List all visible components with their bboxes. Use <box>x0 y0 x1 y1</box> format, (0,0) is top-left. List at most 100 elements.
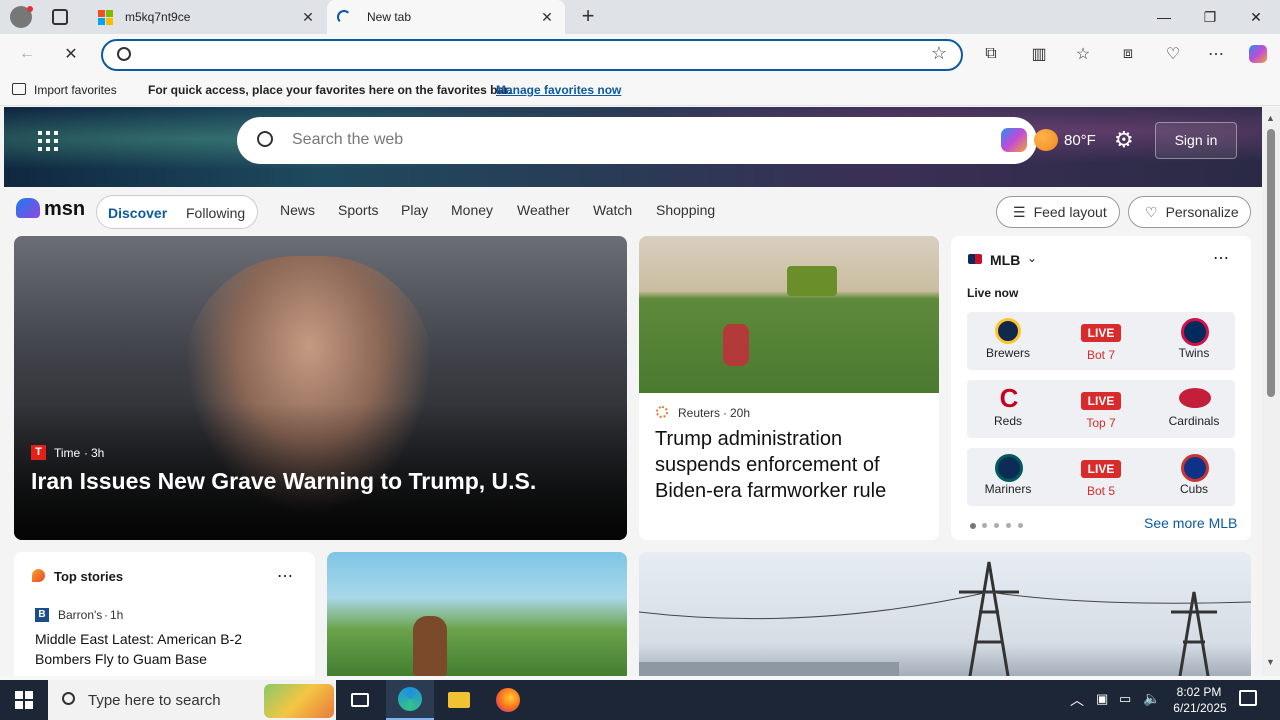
split-screen-icon[interactable]: ▥ <box>1024 40 1054 68</box>
favorites-icon[interactable]: ☆ <box>1068 40 1098 68</box>
search-icon <box>257 131 273 147</box>
notifications-icon[interactable] <box>1239 690 1257 706</box>
web-search-input[interactable]: Search the web <box>292 131 403 149</box>
power-lines-story-card[interactable] <box>639 552 1251 676</box>
carousel-dot[interactable] <box>982 523 987 528</box>
new-tab-icon[interactable]: + <box>576 5 600 28</box>
edge-taskbar-icon[interactable] <box>386 680 434 720</box>
carousel-dot[interactable] <box>994 523 999 528</box>
hero-story-card[interactable]: T Time · 3h Iran Issues New Grave Warnin… <box>14 236 627 540</box>
away-team: Cardinals <box>1168 414 1220 428</box>
inning: Bot 7 <box>1086 348 1116 362</box>
tab-discover[interactable]: Discover <box>108 205 167 221</box>
away-team: Twins <box>1178 346 1210 360</box>
side-story-card[interactable]: Reuters · 20h Trump administration suspe… <box>639 236 939 540</box>
away-team: Cubs <box>1179 482 1208 496</box>
nav-money[interactable]: Money <box>451 202 493 218</box>
tab-following[interactable]: Following <box>186 205 245 221</box>
windows-taskbar: Type here to search ︿ ▣ ▭ 🔈 8:02 PM 6/21… <box>0 680 1280 720</box>
feed-layout-button[interactable]: ☰ Feed layout <box>996 196 1120 228</box>
collections-icon[interactable]: ⧈ <box>1113 40 1143 68</box>
scrollbar-thumb[interactable] <box>1267 129 1275 397</box>
brewers-logo-icon <box>995 318 1021 344</box>
tab-m5kq7nt9ce[interactable]: m5kq7nt9ce ✕ <box>88 0 326 34</box>
search-icon <box>62 692 75 705</box>
tab-new-tab[interactable]: New tab ✕ <box>327 0 565 34</box>
manage-favorites-link[interactable]: Manage favorites now <box>496 83 621 97</box>
story-headline[interactable]: Middle East Latest: American B-2 Bombers… <box>35 629 285 669</box>
start-button[interactable] <box>0 680 48 720</box>
web-search-box[interactable]: Search the web <box>237 117 1037 164</box>
clock-date[interactable]: 6/21/2025 <box>1170 701 1230 715</box>
chevron-down-icon[interactable]: ⌄ <box>1027 251 1037 265</box>
firefox-icon[interactable] <box>484 680 532 720</box>
home-team: Reds <box>993 414 1022 428</box>
close-tab-icon[interactable]: ✕ <box>539 9 555 25</box>
apps-launcher-icon[interactable] <box>38 131 58 151</box>
favorite-star-icon[interactable]: ☆ <box>931 43 947 64</box>
game-row[interactable]: Mariners LIVE Bot 5 Cubs <box>967 448 1235 506</box>
nav-news[interactable]: News <box>280 202 315 218</box>
carousel-dot[interactable] <box>1018 523 1023 528</box>
nav-shopping[interactable]: Shopping <box>656 202 715 218</box>
nav-weather[interactable]: Weather <box>517 202 570 218</box>
nav-sports[interactable]: Sports <box>338 202 378 218</box>
weather-icon[interactable] <box>1034 129 1058 151</box>
temperature[interactable]: 80°F <box>1064 132 1096 149</box>
scroll-up-icon[interactable]: ▲ <box>1266 113 1275 123</box>
sign-in-label: Sign in <box>1174 132 1218 148</box>
nav-play[interactable]: Play <box>401 202 428 218</box>
stop-loading-icon[interactable]: ✕ <box>56 40 86 68</box>
extensions-icon[interactable]: ⧉ <box>976 40 1006 68</box>
game-row[interactable]: C Reds LIVE Top 7 Cardinals <box>967 380 1235 438</box>
side-story-headline[interactable]: Trump administration suspends enforcemen… <box>655 426 925 504</box>
network-icon[interactable]: ▭ <box>1119 691 1131 707</box>
scroll-down-icon[interactable]: ▼ <box>1266 657 1275 667</box>
game-promo-card[interactable] <box>327 552 627 676</box>
close-tab-icon[interactable]: ✕ <box>300 9 316 25</box>
hero-story-age: 3h <box>91 446 105 460</box>
page-scrollbar[interactable]: ▲ ▼ <box>1262 107 1280 676</box>
address-bar[interactable]: ☆ <box>101 39 963 71</box>
volume-icon[interactable]: 🔈 <box>1143 690 1160 707</box>
mlb-title[interactable]: MLB <box>990 252 1020 268</box>
copilot-icon[interactable] <box>1243 40 1273 68</box>
settings-more-icon[interactable]: ⋯ <box>1201 40 1231 68</box>
home-team: Brewers <box>985 346 1030 360</box>
task-view-icon[interactable] <box>336 680 384 720</box>
reds-logo-icon: C <box>999 383 1019 413</box>
back-icon[interactable]: ← <box>12 40 42 68</box>
see-more-mlb-link[interactable]: See more MLB <box>1144 515 1237 531</box>
top-stories-title[interactable]: Top stories <box>54 569 123 584</box>
more-options-icon[interactable]: ⋯ <box>1213 248 1229 268</box>
personalize-button[interactable]: ♡ Personalize <box>1128 196 1251 228</box>
msn-logo-icon[interactable] <box>16 198 40 218</box>
restore-icon[interactable]: ❐ <box>1187 0 1233 34</box>
import-favorites-icon[interactable] <box>12 83 26 95</box>
hero-story-headline[interactable]: Iran Issues New Grave Warning to Trump, … <box>31 468 536 495</box>
close-window-icon[interactable]: ✕ <box>1233 0 1279 34</box>
sign-in-button[interactable]: Sign in <box>1155 122 1237 159</box>
more-options-icon[interactable]: ⋯ <box>277 566 293 586</box>
nav-watch[interactable]: Watch <box>593 202 632 218</box>
clock-time[interactable]: 8:02 PM <box>1174 685 1224 699</box>
barrons-logo-icon: B <box>35 608 49 622</box>
import-favorites-button[interactable]: Import favorites <box>34 83 117 97</box>
taskbar-search-box[interactable]: Type here to search <box>48 680 336 720</box>
settings-gear-icon[interactable]: ⚙ <box>1114 127 1134 153</box>
game-row[interactable]: Brewers LIVE Bot 7 Twins <box>967 312 1235 370</box>
chevron-up-icon[interactable]: ︿ <box>1070 690 1084 710</box>
carousel-dot[interactable] <box>1006 523 1011 528</box>
minimize-icon[interactable]: — <box>1141 0 1187 34</box>
hero-story-source: Time <box>54 446 81 460</box>
carousel-dot[interactable] <box>970 523 976 529</box>
msn-brand[interactable]: msn <box>44 198 85 221</box>
browser-essentials-icon[interactable]: ♡ <box>1158 40 1188 68</box>
file-explorer-icon[interactable] <box>435 680 483 720</box>
copilot-search-icon[interactable] <box>1001 128 1027 152</box>
taskbar-search-input[interactable]: Type here to search <box>88 692 221 709</box>
twins-logo-icon <box>1181 318 1209 346</box>
tab-title: New tab <box>367 10 412 24</box>
meet-now-icon[interactable]: ▣ <box>1096 691 1108 707</box>
tab-actions-icon[interactable] <box>52 9 68 25</box>
